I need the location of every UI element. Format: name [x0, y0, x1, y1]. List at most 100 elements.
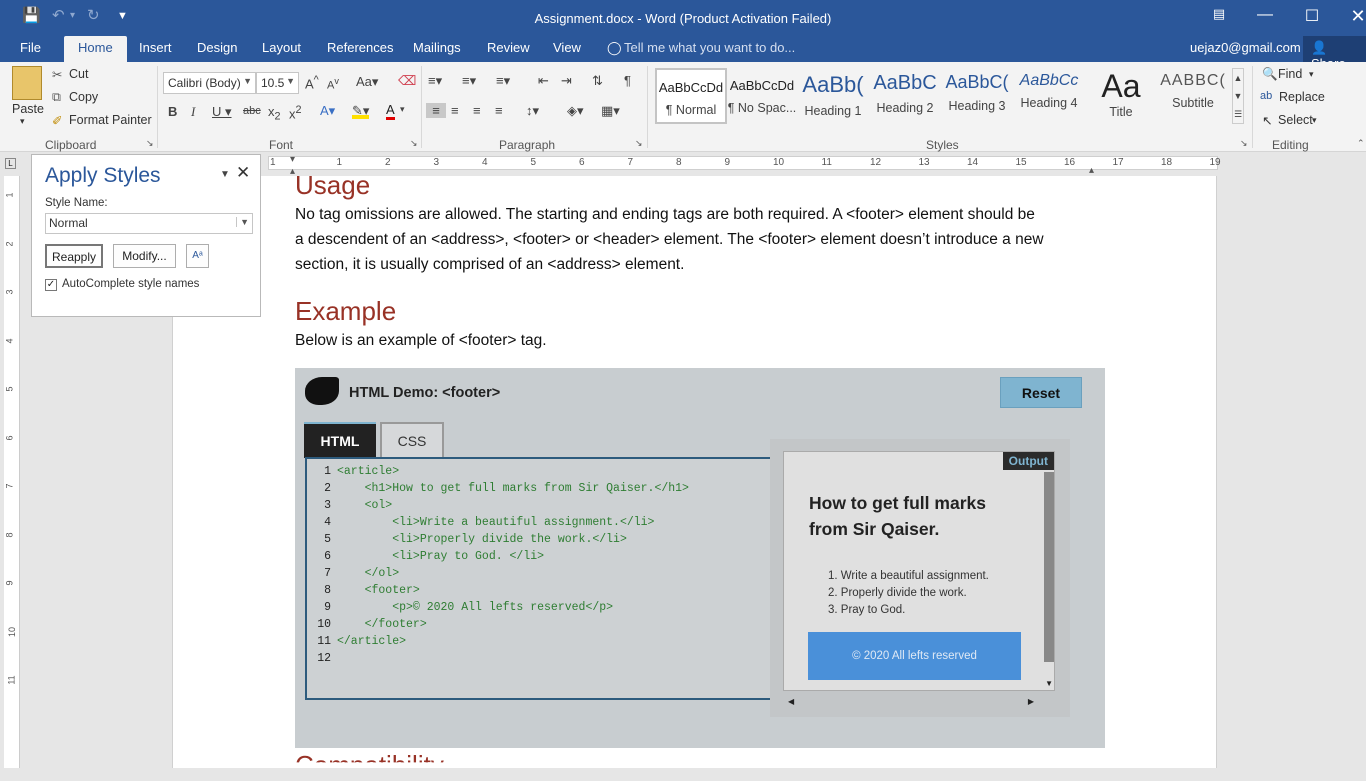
- styles-pane-icon[interactable]: Aᵃ: [186, 244, 209, 268]
- tab-file[interactable]: File: [20, 40, 41, 55]
- shrink-font-icon[interactable]: Av: [327, 76, 339, 92]
- heading-usage[interactable]: Usage: [295, 170, 370, 201]
- style-name-combo[interactable]: Normal ▼: [45, 213, 253, 234]
- cut-button[interactable]: Cut: [69, 67, 88, 81]
- usage-line-3[interactable]: section, it is usually comprised of an <…: [295, 252, 684, 277]
- pilcrow-icon[interactable]: ¶: [624, 73, 631, 88]
- clipboard-launcher-icon[interactable]: ↘: [146, 138, 154, 149]
- ruler-number: 10: [7, 626, 18, 637]
- bold-icon[interactable]: B: [168, 104, 177, 119]
- line-spacing-icon[interactable]: ↕▾: [526, 103, 539, 119]
- tab-home[interactable]: Home: [64, 36, 127, 62]
- styles-scroll-icon[interactable]: ▲ ▼ ☰: [1232, 68, 1244, 124]
- styles-launcher-icon[interactable]: ↘: [1240, 138, 1248, 149]
- demo-screenshot[interactable]: HTML Demo: <footer> Reset HTML CSS 1 <art…: [295, 368, 1105, 748]
- bullets-icon[interactable]: ≡▾: [428, 73, 442, 89]
- tell-me-search[interactable]: Tell me what you want to do...: [624, 40, 795, 55]
- style-item[interactable]: AABBC(Subtitle: [1157, 68, 1229, 124]
- paste-dropdown-icon[interactable]: ▾: [20, 116, 25, 127]
- italic-icon[interactable]: I: [191, 104, 195, 120]
- style-name: Heading 3: [948, 99, 1006, 113]
- numbering-icon[interactable]: ≡▾: [462, 73, 476, 89]
- align-center-icon[interactable]: ≡: [451, 103, 459, 118]
- find-button[interactable]: Find: [1278, 67, 1302, 81]
- heading-example[interactable]: Example: [295, 296, 396, 327]
- reapply-button[interactable]: Reapply: [45, 244, 103, 268]
- justify-icon[interactable]: ≡: [495, 103, 503, 118]
- style-preview: AaBbCcDd: [729, 78, 795, 93]
- style-item[interactable]: AaBbCcDd ¶ No Spac...: [726, 68, 798, 124]
- line-number: 6: [324, 550, 331, 563]
- tab-view[interactable]: View: [553, 40, 581, 55]
- font-color-dropdown-icon[interactable]: ▾: [400, 104, 405, 115]
- font-name-combo[interactable]: Calibri (Body) ▼: [163, 72, 256, 94]
- decrease-indent-icon[interactable]: ⇤: [538, 73, 549, 89]
- tab-review[interactable]: Review: [487, 40, 530, 55]
- share-button[interactable]: 👤 Share: [1303, 36, 1366, 71]
- example-text[interactable]: Below is an example of <footer> tag.: [295, 328, 547, 353]
- replace-button[interactable]: Replace: [1279, 90, 1325, 104]
- change-case-icon[interactable]: Aa▾: [356, 74, 378, 90]
- close-pane-icon[interactable]: ✕: [236, 163, 250, 183]
- account-email[interactable]: uejaz0@gmail.com: [1190, 40, 1301, 55]
- sort-icon[interactable]: ⇅: [592, 73, 603, 89]
- paragraph-launcher-icon[interactable]: ↘: [635, 138, 643, 149]
- paste-icon[interactable]: [12, 66, 42, 100]
- font-color-icon[interactable]: A: [386, 103, 395, 120]
- ruler-number: 1: [336, 157, 343, 168]
- first-line-indent-icon[interactable]: ▾: [290, 154, 295, 165]
- highlight-icon[interactable]: ✎▾: [352, 103, 370, 119]
- tab-mailings[interactable]: Mailings: [413, 40, 461, 55]
- tab-selector-icon[interactable]: L: [5, 158, 16, 169]
- close-button[interactable]: ✕: [1335, 6, 1366, 27]
- copy-icon: ⧉: [52, 90, 61, 104]
- pane-options-icon[interactable]: ▼: [220, 169, 230, 180]
- style-item[interactable]: AaBbCcDd ¶ Normal: [655, 68, 727, 124]
- style-item[interactable]: AaBbC(Heading 3: [941, 68, 1013, 124]
- usage-line-1[interactable]: No tag omissions are allowed. The starti…: [295, 202, 1035, 227]
- shading-icon[interactable]: ◈▾: [567, 103, 584, 119]
- borders-icon[interactable]: ▦▾: [601, 103, 620, 119]
- maximize-button[interactable]: ☐: [1289, 6, 1335, 26]
- modify-button[interactable]: Modify...: [113, 244, 176, 268]
- minimize-button[interactable]: —: [1242, 6, 1288, 24]
- paste-button[interactable]: Paste: [12, 102, 44, 116]
- tab-references[interactable]: References: [327, 40, 393, 55]
- ribbon-display-options-icon[interactable]: ▤: [1196, 6, 1242, 22]
- copy-button[interactable]: Copy: [69, 90, 98, 104]
- style-item[interactable]: Aa Title: [1085, 68, 1157, 124]
- tab-layout[interactable]: Layout: [262, 40, 301, 55]
- output-list-item: 2. Properly divide the work.: [828, 587, 967, 599]
- right-indent-icon[interactable]: ▴: [1089, 165, 1094, 176]
- style-item[interactable]: AaBbCc Heading 4: [1013, 68, 1085, 124]
- select-button[interactable]: Select: [1278, 113, 1313, 127]
- tab-design[interactable]: Design: [197, 40, 237, 55]
- format-painter-button[interactable]: Format Painter: [69, 113, 152, 127]
- apply-styles-pane: Apply Styles ▼ ✕ Style Name: Normal ▼ Rea…: [31, 154, 261, 317]
- autocomplete-checkbox[interactable]: ✓: [45, 279, 57, 291]
- text-effects-icon[interactable]: A▾: [320, 103, 335, 119]
- usage-line-2[interactable]: a descendent of an <address>, <footer> o…: [295, 227, 1044, 252]
- find-dropdown-icon[interactable]: ▾: [1309, 69, 1314, 80]
- align-right-icon[interactable]: ≡: [473, 103, 481, 118]
- style-item[interactable]: AaBb(Heading 1: [797, 68, 869, 124]
- font-size-combo[interactable]: 10.5 ▼: [256, 72, 299, 94]
- strikethrough-icon[interactable]: abc: [243, 105, 261, 117]
- collapse-ribbon-icon[interactable]: ⌃: [1357, 138, 1365, 149]
- clear-formatting-icon[interactable]: ⌫: [398, 73, 416, 89]
- superscript-icon[interactable]: x2: [289, 104, 302, 121]
- ruler-number: 8: [676, 157, 682, 168]
- tab-insert[interactable]: Insert: [139, 40, 172, 55]
- vertical-ruler[interactable]: 1 2 3 4 5 6 7 8 9 10 11: [4, 176, 20, 768]
- style-item[interactable]: AaBbC Heading 2: [869, 68, 941, 124]
- divider: [421, 66, 422, 148]
- font-launcher-icon[interactable]: ↘: [410, 138, 418, 149]
- select-dropdown-icon[interactable]: ▾: [1312, 115, 1317, 126]
- grow-font-icon[interactable]: A^: [305, 74, 319, 91]
- multilevel-list-icon[interactable]: ≡▾: [496, 73, 510, 89]
- line-number: 2: [324, 482, 331, 495]
- increase-indent-icon[interactable]: ⇥: [561, 73, 572, 89]
- underline-icon[interactable]: U ▾: [212, 104, 232, 120]
- align-left-icon[interactable]: ≡: [426, 103, 446, 118]
- subscript-icon[interactable]: x2: [268, 104, 281, 123]
